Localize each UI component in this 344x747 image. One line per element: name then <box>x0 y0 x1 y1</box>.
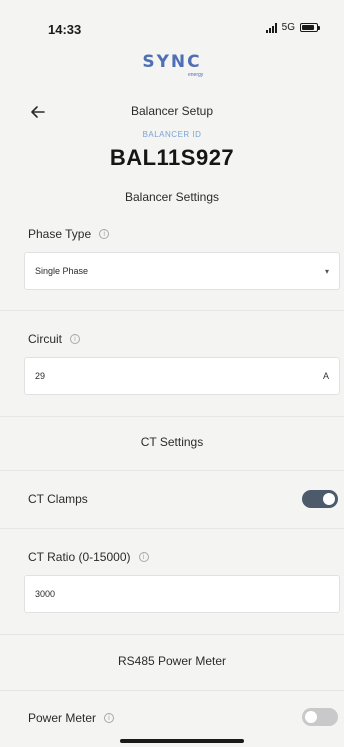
status-indicators: 5G <box>265 22 320 33</box>
balancer-settings-title: Balancer Settings <box>124 190 220 204</box>
phase-type-select[interactable]: Single Phase ▾ <box>24 252 340 290</box>
chevron-down-icon: ▾ <box>324 266 329 276</box>
balancer-id-label: BALANCER ID <box>142 130 202 139</box>
divider <box>0 310 344 311</box>
divider <box>0 416 344 417</box>
power-meter-label-row: Power Meter i <box>28 711 115 725</box>
logo-subtext: energy <box>188 72 204 78</box>
circuit-unit: A <box>322 371 329 381</box>
ct-ratio-input[interactable]: 3000 <box>24 575 340 613</box>
home-indicator <box>120 739 244 743</box>
status-bar: 14:33 5G <box>0 0 344 50</box>
phase-type-value: Single Phase <box>35 266 89 276</box>
ct-settings-title: CT Settings <box>140 435 204 449</box>
toggle-knob <box>305 711 317 723</box>
sync-logo: SYNC energy <box>0 52 344 78</box>
network-type: 5G <box>281 22 295 33</box>
battery-icon <box>300 23 320 32</box>
divider <box>0 528 344 529</box>
power-meter-label: Power Meter <box>28 711 97 725</box>
circuit-label: Circuit <box>28 332 63 346</box>
phase-type-label: Phase Type <box>28 227 92 241</box>
info-icon[interactable]: i <box>138 552 149 562</box>
power-meter-title: RS485 Power Meter <box>117 654 227 668</box>
circuit-value: 29 <box>35 371 46 381</box>
phase-type-label-row: Phase Type i <box>28 227 110 241</box>
ct-ratio-value: 3000 <box>35 589 56 599</box>
info-icon[interactable]: i <box>70 334 81 344</box>
screen: 14:33 5G SYNC energy Balancer Setup BALA… <box>0 0 344 747</box>
toggle-knob <box>323 493 335 505</box>
divider <box>0 470 344 471</box>
circuit-input[interactable]: 29 A <box>24 357 340 395</box>
page-title: Balancer Setup <box>130 104 214 118</box>
signal-icon <box>265 22 277 33</box>
ct-clamps-label: CT Clamps <box>28 492 88 506</box>
status-time: 14:33 <box>48 22 82 37</box>
power-meter-toggle[interactable] <box>302 708 338 726</box>
divider <box>0 634 344 635</box>
circuit-label-row: Circuit i <box>28 332 81 346</box>
ct-clamps-toggle[interactable] <box>302 490 338 508</box>
logo-text: SYNC <box>142 52 202 72</box>
ct-ratio-label-row: CT Ratio (0-15000) i <box>28 550 149 564</box>
info-icon[interactable]: i <box>99 229 110 239</box>
divider <box>0 690 344 691</box>
info-icon[interactable]: i <box>104 713 115 723</box>
ct-clamps-label-text: CT Clamps <box>28 492 88 506</box>
ct-ratio-label: CT Ratio (0-15000) <box>28 550 131 564</box>
balancer-id: BAL11S927 <box>109 145 235 170</box>
